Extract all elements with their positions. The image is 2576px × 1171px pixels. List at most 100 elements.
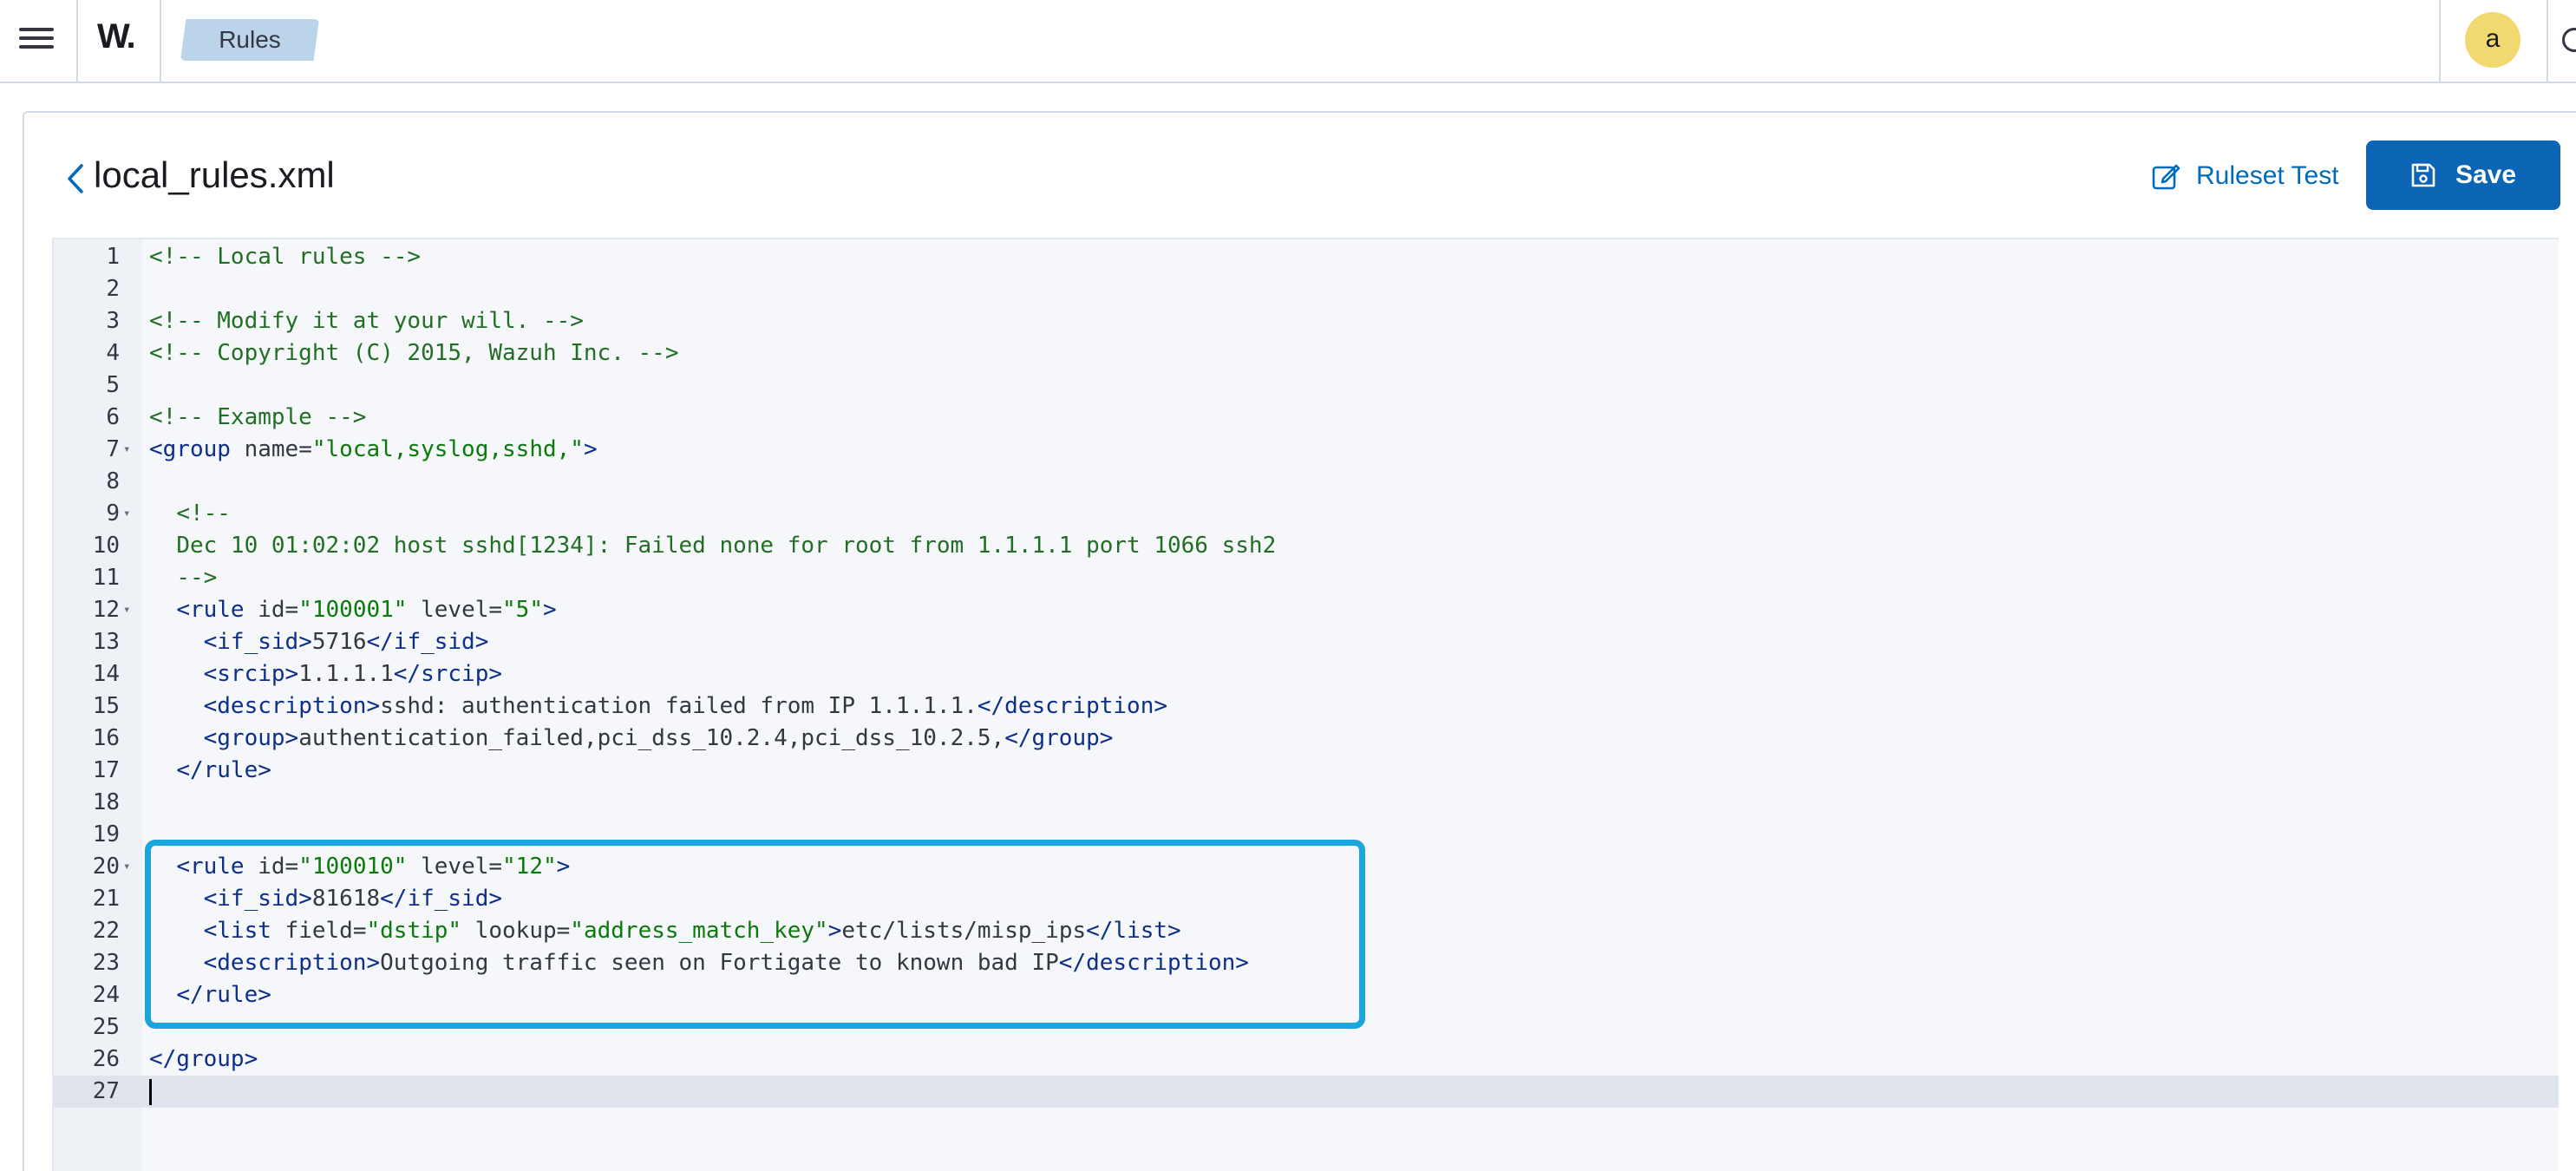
line-number: 10: [92, 533, 120, 559]
ruleset-test-button[interactable]: Ruleset Test: [2151, 154, 2339, 198]
save-label: Save: [2455, 160, 2517, 189]
code-text: <group>authentication_failed,pci_dss_10.…: [203, 725, 1114, 751]
code-line[interactable]: 18: [54, 787, 2559, 819]
line-number: 25: [92, 1014, 120, 1040]
line-number: 26: [92, 1046, 120, 1072]
code-line[interactable]: 20 ▾ <rule id="100010" level="12">: [54, 851, 2559, 883]
line-number: 13: [92, 629, 120, 655]
line-number: 15: [92, 693, 120, 719]
code-line[interactable]: 25: [54, 1011, 2559, 1043]
code-text: <if_sid>5716</if_sid>: [203, 629, 489, 655]
code-line[interactable]: 22 <list field="dstip" lookup="address_m…: [54, 915, 2559, 947]
code-text: <!--: [176, 500, 231, 527]
code-line[interactable]: 7 ▾ <group name="local,syslog,sshd,">: [54, 434, 2559, 466]
code-line[interactable]: 27: [54, 1076, 2559, 1108]
code-line[interactable]: 15 <description>sshd: authentication fai…: [54, 690, 2559, 723]
code-line[interactable]: 4 <!-- Copyright (C) 2015, Wazuh Inc. -->: [54, 337, 2559, 370]
code-line[interactable]: 26 </group>: [54, 1043, 2559, 1076]
back-arrow-icon[interactable]: [62, 163, 88, 194]
code-text: <!-- Modify it at your will. -->: [149, 308, 584, 334]
line-number: 9: [106, 500, 120, 527]
line-number: 6: [106, 404, 120, 430]
page-title: local_rules.xml: [94, 154, 335, 195]
code-text: </rule>: [176, 757, 271, 783]
fold-toggle-icon[interactable]: ▾: [123, 498, 130, 530]
line-number: 27: [92, 1078, 120, 1104]
save-button[interactable]: Save: [2366, 141, 2560, 210]
code-text: <rule id="100001" level="5">: [176, 597, 557, 623]
code-text: <srcip>1.1.1.1</srcip>: [203, 661, 503, 687]
code-line[interactable]: 10 Dec 10 01:02:02 host sshd[1234]: Fail…: [54, 530, 2559, 562]
code-line[interactable]: 19: [54, 819, 2559, 851]
breadcrumb-rules[interactable]: Rules: [180, 19, 319, 61]
code-text: </group>: [149, 1046, 258, 1072]
code-text: </rule>: [176, 982, 271, 1008]
code-text: <if_sid>81618</if_sid>: [203, 886, 503, 912]
code-text: <!-- Example -->: [149, 404, 367, 430]
code-line[interactable]: 3 <!-- Modify it at your will. -->: [54, 305, 2559, 337]
avatar[interactable]: a: [2465, 12, 2520, 68]
fold-toggle-icon[interactable]: ▾: [123, 594, 130, 626]
line-number: 1: [106, 244, 120, 270]
line-number: 12: [92, 597, 120, 623]
code-line[interactable]: 16 <group>authentication_failed,pci_dss_…: [54, 723, 2559, 755]
code-editor[interactable]: 1 <!-- Local rules --> 2 3 <!-- Modify it at…: [52, 238, 2559, 1171]
hamburger-menu-icon[interactable]: [17, 23, 56, 57]
line-number: 20: [92, 854, 120, 880]
edit-icon: [2152, 164, 2180, 190]
logo-text: W.: [97, 17, 136, 56]
fold-toggle-icon[interactable]: ▾: [123, 851, 130, 883]
top-bar: W. Rules a: [0, 0, 2576, 83]
code-line[interactable]: 1 <!-- Local rules -->: [54, 241, 2559, 273]
code-line[interactable]: 2: [54, 273, 2559, 305]
line-number: 16: [92, 725, 120, 751]
save-icon: [2411, 163, 2435, 187]
line-number: 7: [106, 436, 120, 462]
line-number: 5: [106, 372, 120, 398]
fold-toggle-icon[interactable]: ▾: [123, 434, 130, 466]
code-line[interactable]: 17 </rule>: [54, 755, 2559, 787]
ruleset-test-label: Ruleset Test: [2196, 161, 2339, 190]
line-number: 23: [92, 950, 120, 976]
code-line[interactable]: 24 </rule>: [54, 979, 2559, 1011]
line-number: 24: [92, 982, 120, 1008]
code-line[interactable]: 23 <description>Outgoing traffic seen on…: [54, 947, 2559, 979]
code-text: <description>sshd: authentication failed…: [203, 693, 1168, 719]
code-text: <list field="dstip" lookup="address_matc…: [203, 918, 1181, 944]
code-text: <!-- Local rules -->: [149, 244, 422, 270]
divider: [76, 0, 78, 82]
code-text: <group name="local,syslog,sshd,">: [149, 436, 598, 462]
code-text: [149, 1076, 152, 1108]
code-line[interactable]: 9 ▾ <!--: [54, 498, 2559, 530]
code-line[interactable]: 5: [54, 370, 2559, 402]
logo[interactable]: W.: [97, 17, 136, 56]
divider: [160, 0, 161, 82]
code-text: Dec 10 01:02:02 host sshd[1234]: Failed …: [176, 533, 1277, 559]
code-line[interactable]: 14 <srcip>1.1.1.1</srcip>: [54, 658, 2559, 690]
line-number: 19: [92, 821, 120, 847]
code-line[interactable]: 13 <if_sid>5716</if_sid>: [54, 626, 2559, 658]
code-text: -->: [176, 565, 218, 591]
code-line[interactable]: 8: [54, 466, 2559, 498]
line-number: 18: [92, 789, 120, 815]
line-number: 21: [92, 886, 120, 912]
line-number: 4: [106, 340, 120, 366]
line-number: 14: [92, 661, 120, 687]
code-line[interactable]: 6 <!-- Example -->: [54, 402, 2559, 434]
editor-lines: 1 <!-- Local rules --> 2 3 <!-- Modify it at…: [54, 241, 2559, 1108]
line-number: 11: [92, 565, 120, 591]
code-line[interactable]: 12 ▾ <rule id="100001" level="5">: [54, 594, 2559, 626]
code-line[interactable]: 11 -->: [54, 562, 2559, 594]
line-number: 2: [106, 276, 120, 302]
divider: [2547, 0, 2548, 82]
code-text: <description>Outgoing traffic seen on Fo…: [203, 950, 1249, 976]
line-number: 8: [106, 468, 120, 494]
line-number: 22: [92, 918, 120, 944]
line-number: 3: [106, 308, 120, 334]
help-icon[interactable]: [2562, 28, 2576, 52]
line-number: 17: [92, 757, 120, 783]
code-text: <!-- Copyright (C) 2015, Wazuh Inc. -->: [149, 340, 679, 366]
divider: [2439, 0, 2441, 82]
code-line[interactable]: 21 <if_sid>81618</if_sid>: [54, 883, 2559, 915]
code-text: <rule id="100010" level="12">: [176, 854, 571, 880]
